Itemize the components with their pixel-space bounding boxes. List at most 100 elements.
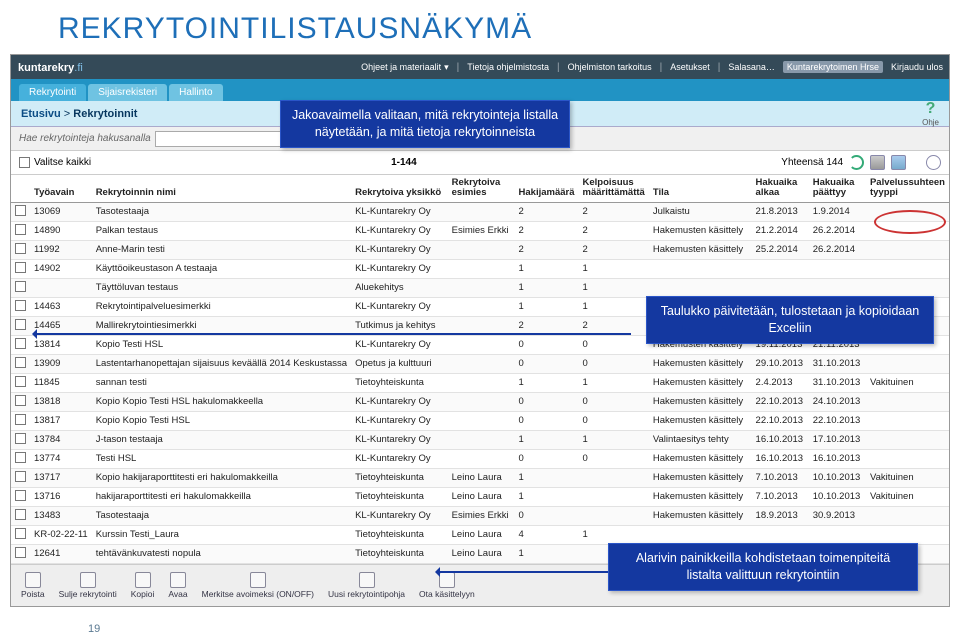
row-checkbox[interactable] — [15, 262, 26, 273]
row-checkbox[interactable] — [15, 243, 26, 254]
cell-key: 13818 — [30, 392, 92, 411]
row-checkbox[interactable] — [15, 205, 26, 216]
row-checkbox[interactable] — [15, 433, 26, 444]
cell-mgr — [448, 411, 515, 430]
row-checkbox[interactable] — [15, 224, 26, 235]
table-row[interactable]: 13069TasotestaajaKL-Kuntarekry Oy22Julka… — [11, 202, 949, 221]
cell-name: J-tason testaaja — [92, 430, 351, 449]
table-row[interactable]: 11845sannan testiTietoyhteiskunta11Hakem… — [11, 373, 949, 392]
cell-status: Valintaesitys tehty — [649, 430, 752, 449]
cell-key: 13817 — [30, 411, 92, 430]
btn-copy[interactable]: Kopioi — [131, 572, 155, 599]
cell-type: Vakituinen — [866, 468, 949, 487]
row-checkbox[interactable] — [15, 338, 26, 349]
export-excel-icon[interactable] — [891, 155, 906, 170]
th-unit[interactable]: Rekrytoiva yksikkö — [351, 175, 448, 202]
row-checkbox[interactable] — [15, 471, 26, 482]
btn-open[interactable]: Avaa — [168, 572, 187, 599]
select-all-checkbox[interactable] — [19, 157, 30, 168]
cell-apps: 1 — [515, 468, 579, 487]
row-checkbox[interactable] — [15, 452, 26, 463]
btn-mark[interactable]: Merkitse avoimeksi (ON/OFF) — [202, 572, 314, 599]
th-type[interactable]: Palvelussuhteen tyyppi — [866, 175, 949, 202]
cell-type — [866, 411, 949, 430]
th-elig[interactable]: Kelpoisuus määrittämättä — [579, 175, 649, 202]
row-checkbox[interactable] — [15, 528, 26, 539]
cell-start: 21.8.2013 — [752, 202, 809, 221]
row-checkbox[interactable] — [15, 281, 26, 292]
btn-new[interactable]: Uusi rekrytointipohja — [328, 572, 405, 599]
cell-status — [649, 278, 752, 297]
row-checkbox[interactable] — [15, 376, 26, 387]
btn-delete[interactable]: Poista — [21, 572, 45, 599]
tab-hallinto[interactable]: Hallinto — [169, 84, 222, 101]
table-row[interactable]: 14902Käyttöoikeustason A testaajaKL-Kunt… — [11, 259, 949, 278]
cell-status: Hakemusten käsittely — [649, 449, 752, 468]
table-row[interactable]: Täyttöluvan testausAluekehitys11 — [11, 278, 949, 297]
cell-key: KR-02-22-11 — [30, 525, 92, 544]
cell-name: Kopio Kopio Testi HSL hakulomakkeella — [92, 392, 351, 411]
th-start[interactable]: Hakuaika alkaa — [752, 175, 809, 202]
cell-end: 30.9.2013 — [809, 506, 866, 525]
cell-name: tehtävänkuvatesti nopula — [92, 544, 351, 563]
cell-mgr: Leino Laura — [448, 544, 515, 563]
menu-ohjeet[interactable]: Ohjeet ja materiaalit ▾ — [361, 62, 449, 73]
th-key[interactable]: Työavain — [30, 175, 92, 202]
cell-elig — [579, 506, 649, 525]
cell-key — [30, 278, 92, 297]
table-row[interactable]: 13716hakijaraporttitesti eri hakulomakke… — [11, 487, 949, 506]
arrow-1 — [35, 333, 631, 335]
th-name[interactable]: Rekrytoinnin nimi — [92, 175, 351, 202]
btn-take[interactable]: Ota käsittelyyn — [419, 572, 475, 599]
th-mgr[interactable]: Rekrytoiva esimies — [448, 175, 515, 202]
logout-link[interactable]: Kirjaudu ulos — [891, 62, 943, 72]
breadcrumb-root[interactable]: Etusivu — [21, 108, 61, 120]
cell-unit: KL-Kuntarekry Oy — [351, 221, 448, 240]
menu-tietoja[interactable]: Tietoja ohjelmistosta — [467, 62, 549, 72]
btn-close[interactable]: Sulje rekrytointi — [59, 572, 117, 599]
th-status[interactable]: Tila — [649, 175, 752, 202]
table-row[interactable]: 13909Lastentarhanopettajan sijaisuus kev… — [11, 354, 949, 373]
tab-rekrytointi[interactable]: Rekrytointi — [19, 84, 86, 101]
tab-sijaisrekisteri[interactable]: Sijaisrekisteri — [88, 84, 167, 101]
table-row[interactable]: 13784J-tason testaajaKL-Kuntarekry Oy11V… — [11, 430, 949, 449]
row-checkbox[interactable] — [15, 395, 26, 406]
cell-key: 14902 — [30, 259, 92, 278]
row-checkbox[interactable] — [15, 414, 26, 425]
table-row[interactable]: 14890Palkan testausKL-Kuntarekry OyEsimi… — [11, 221, 949, 240]
menu-tarkoitus[interactable]: Ohjelmiston tarkoitus — [568, 62, 652, 72]
row-checkbox[interactable] — [15, 547, 26, 558]
row-checkbox[interactable] — [15, 490, 26, 501]
cell-elig — [579, 487, 649, 506]
th-apps[interactable]: Hakijamäärä — [515, 175, 579, 202]
print-icon[interactable] — [870, 155, 885, 170]
row-checkbox[interactable] — [15, 509, 26, 520]
cell-key: 12641 — [30, 544, 92, 563]
row-checkbox[interactable] — [15, 357, 26, 368]
cell-status: Hakemusten käsittely — [649, 411, 752, 430]
wrench-icon[interactable] — [926, 155, 941, 170]
help-button[interactable]: ?Ohje — [922, 100, 939, 127]
cell-apps: 2 — [515, 202, 579, 221]
refresh-icon[interactable] — [849, 155, 864, 170]
cell-end: 26.2.2014 — [809, 221, 866, 240]
cell-unit: KL-Kuntarekry Oy — [351, 392, 448, 411]
row-checkbox[interactable] — [15, 319, 26, 330]
table-row[interactable]: KR-02-22-11Kurssin Testi_LauraTietoyhtei… — [11, 525, 949, 544]
row-checkbox[interactable] — [15, 300, 26, 311]
table-row[interactable]: 11992Anne-Marin testiKL-Kuntarekry Oy22H… — [11, 240, 949, 259]
cell-type — [866, 449, 949, 468]
menu-salasana[interactable]: Salasana… — [728, 62, 775, 72]
menu-asetukset[interactable]: Asetukset — [670, 62, 710, 72]
cell-elig: 2 — [579, 221, 649, 240]
table-row[interactable]: 13774Testi HSLKL-Kuntarekry Oy00Hakemust… — [11, 449, 949, 468]
table-row[interactable]: 13817Kopio Kopio Testi HSLKL-Kuntarekry … — [11, 411, 949, 430]
cell-name: Kopio hakijaraporttitesti eri hakulomakk… — [92, 468, 351, 487]
table-row[interactable]: 13717Kopio hakijaraporttitesti eri hakul… — [11, 468, 949, 487]
current-user[interactable]: Kuntarekrytoimen Hrse — [783, 61, 883, 73]
page-number: 19 — [88, 623, 100, 635]
table-row[interactable]: 13483TasotestaajaKL-Kuntarekry OyEsimies… — [11, 506, 949, 525]
cell-end: 10.10.2013 — [809, 468, 866, 487]
table-row[interactable]: 13818Kopio Kopio Testi HSL hakulomakkeel… — [11, 392, 949, 411]
th-end[interactable]: Hakuaika päättyy — [809, 175, 866, 202]
